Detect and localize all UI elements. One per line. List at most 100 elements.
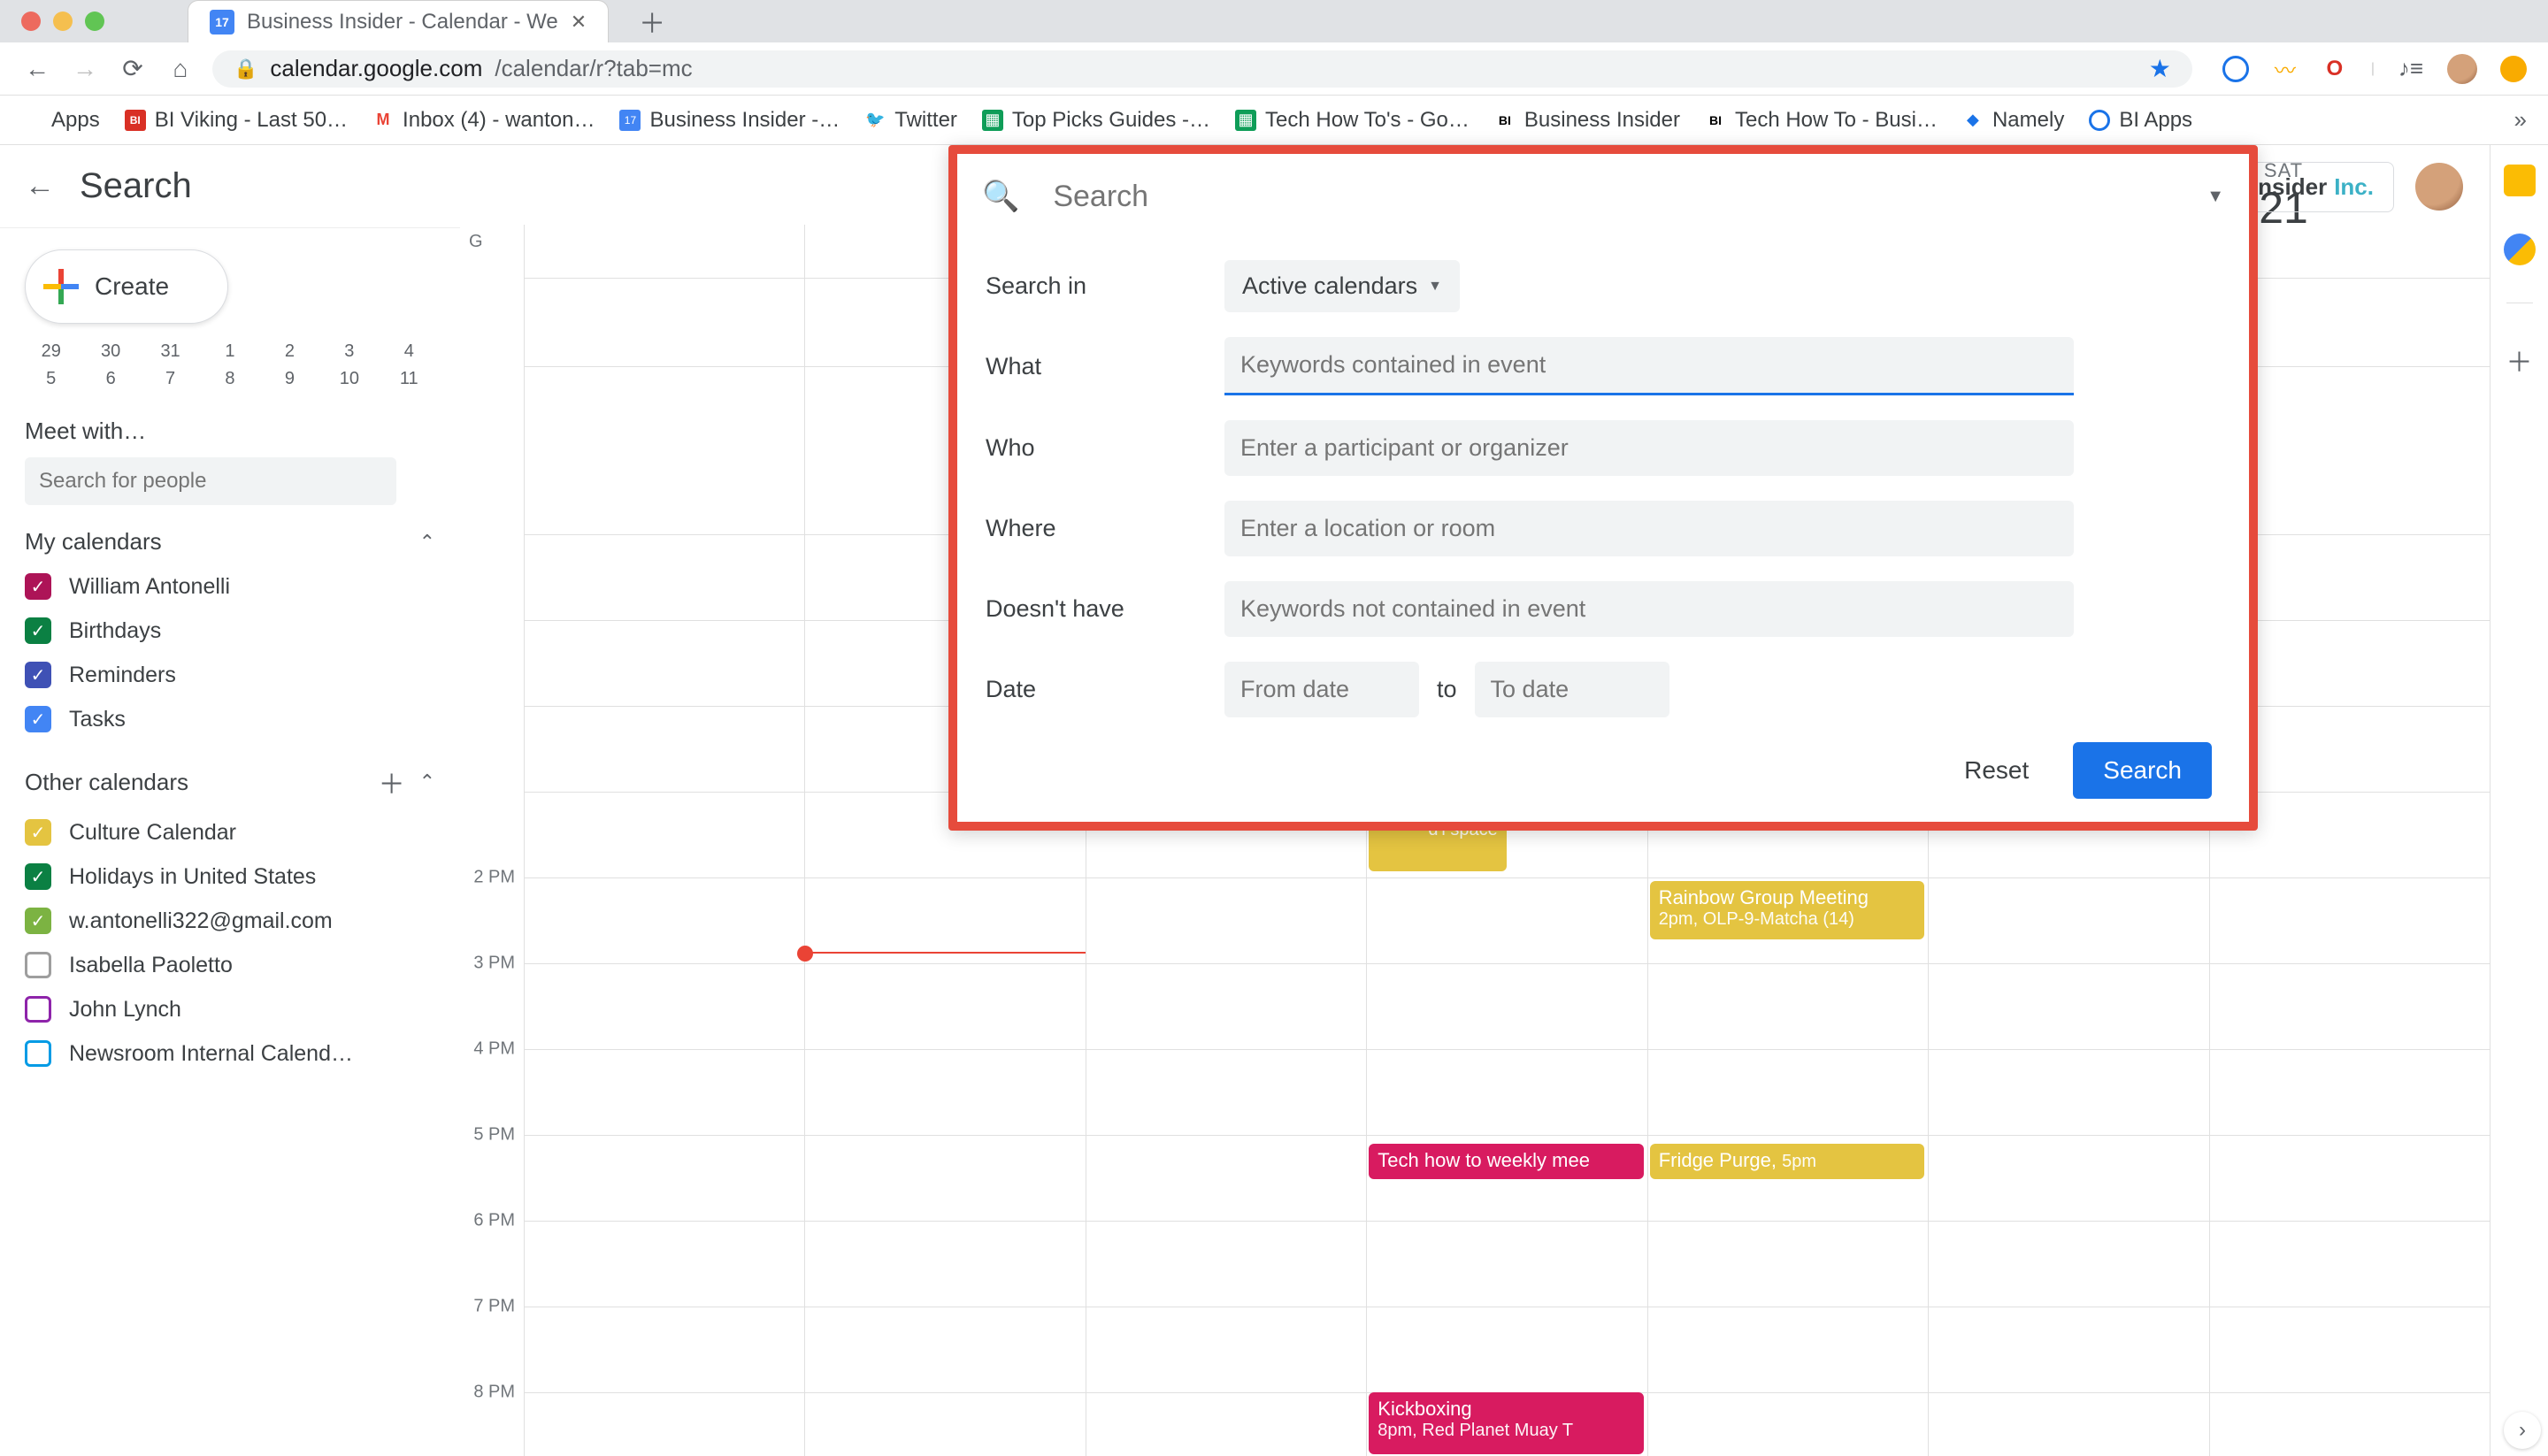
mini-cal-day[interactable]: 8 [200,367,259,391]
window-minimize-button[interactable] [53,11,73,31]
mini-cal-day[interactable]: 11 [380,367,439,391]
expand-panel-button[interactable]: › [2504,1412,2541,1449]
calendar-item[interactable]: ✓John Lynch [25,987,435,1031]
page-title: Search [80,166,192,206]
other-calendars-header[interactable]: Other calendars ＋ ⌃ [0,747,460,805]
bookmark-item[interactable]: Apps [21,108,100,133]
doesnt-have-input[interactable] [1224,581,2074,637]
where-input[interactable] [1224,501,2074,556]
from-date-input[interactable] [1224,662,1419,717]
url-input[interactable]: 🔒 calendar.google.com/calendar/r?tab=mc … [212,50,2192,88]
mini-cal-day[interactable]: 2 [260,340,319,364]
calendar-checkbox[interactable]: ✓ [25,706,51,732]
who-input[interactable] [1224,420,2074,476]
media-icon[interactable]: ♪≡ [2398,56,2424,82]
mini-cal-day[interactable]: 9 [260,367,319,391]
bookmark-item[interactable]: BIBusiness Insider [1494,108,1680,133]
nav-forward-icon[interactable]: → [69,55,101,83]
day-column[interactable] [524,225,804,1456]
calendar-checkbox[interactable]: ✓ [25,908,51,934]
bookmark-item[interactable]: ▦Top Picks Guides -… [982,108,1210,133]
bookmark-item[interactable]: 🐦Twitter [864,108,957,133]
section-label: My calendars [25,528,162,556]
mini-cal-day[interactable]: 4 [380,340,439,364]
search-in-select[interactable]: Active calendars▼ [1224,260,1460,312]
new-tab-button[interactable]: ＋ [639,2,665,41]
tasks-icon[interactable] [2504,234,2536,265]
profile-avatar[interactable] [2447,54,2477,84]
calendar-checkbox[interactable]: ✓ [25,617,51,644]
mini-cal-day[interactable]: 3 [319,340,379,364]
keep-icon[interactable] [2504,165,2536,196]
event[interactable]: Tech how to weekly mee [1369,1144,1643,1179]
bookmark-overflow-button[interactable]: » [2514,106,2527,134]
bookmark-item[interactable]: MInbox (4) - wanton… [372,108,595,133]
mini-cal-day[interactable]: 10 [319,367,379,391]
calendar-item[interactable]: ✓Isabella Paoletto [25,943,435,987]
calendar-checkbox[interactable]: ✓ [25,819,51,846]
calendar-item[interactable]: ✓Holidays in United States [25,854,435,899]
field-label: What [986,353,1224,380]
search-icon[interactable]: 🔍 [982,179,1019,214]
calendar-item[interactable]: ✓Tasks [25,697,435,741]
mini-cal-day[interactable]: 7 [141,367,200,391]
calendar-main: FRI 20 SAT 21 InsiderInc. G 2 PM 3 PM [460,145,2490,1456]
calendar-checkbox[interactable]: ✓ [25,1040,51,1067]
add-panel-icon[interactable]: ＋ [2506,341,2533,379]
reset-button[interactable]: Reset [1945,742,2048,799]
bookmark-item[interactable]: ◆Namely [1962,108,2064,133]
calendar-checkbox[interactable]: ✓ [25,573,51,600]
time-gutter: 2 PM 3 PM 4 PM 5 PM 6 PM 7 PM 8 PM [460,225,524,1456]
browser-tab[interactable]: 17 Business Insider - Calendar - We ✕ [188,0,609,42]
calendar-checkbox[interactable]: ✓ [25,863,51,890]
extension-icon[interactable]: O [2322,56,2348,82]
meet-with-input[interactable] [25,457,396,505]
mini-cal-day[interactable]: 5 [21,367,81,391]
calendar-checkbox[interactable]: ✓ [25,996,51,1023]
search-button[interactable]: Search [2073,742,2212,799]
update-icon[interactable] [2500,56,2527,82]
side-panel: ＋ [2490,145,2548,1456]
bookmark-item[interactable]: ▦Tech How To's - Go… [1235,108,1470,133]
event[interactable]: Fridge Purge, 5pm [1650,1144,1924,1179]
mini-cal-day[interactable]: 6 [81,367,140,391]
add-calendar-icon[interactable]: ＋ [379,762,405,801]
window-close-button[interactable] [21,11,41,31]
mini-cal-day[interactable]: 30 [81,340,140,364]
nav-back-icon[interactable]: ← [21,55,53,83]
calendar-item[interactable]: ✓w.antonelli322@gmail.com [25,899,435,943]
calendar-item[interactable]: ✓Newsroom Internal Calend… [25,1031,435,1076]
mini-cal-day[interactable]: 1 [200,340,259,364]
bookmark-item[interactable]: BITech How To - Busi… [1705,108,1938,133]
search-input[interactable] [1053,180,2173,214]
bookmark-item[interactable]: BI Apps [2089,108,2192,133]
event[interactable]: Kickboxing 8pm, Red Planet Muay T [1369,1392,1643,1454]
create-button[interactable]: Create [25,249,228,324]
mini-calendar[interactable]: 2930311234 567891011 [21,340,439,391]
mini-cal-day[interactable]: 29 [21,340,81,364]
bookmark-item[interactable]: BIBI Viking - Last 50… [125,108,348,133]
my-calendars-header[interactable]: My calendars ⌃ [0,512,460,559]
extension-icon[interactable] [2222,56,2249,82]
calendar-item[interactable]: ✓Culture Calendar [25,810,435,854]
calendar-checkbox[interactable]: ✓ [25,952,51,978]
dropdown-toggle-icon[interactable]: ▼ [2206,187,2224,207]
to-date-input[interactable] [1475,662,1669,717]
back-button[interactable]: ← [25,169,55,203]
window-zoom-button[interactable] [85,11,104,31]
nav-reload-icon[interactable]: ⟳ [117,54,149,83]
close-icon[interactable]: ✕ [571,11,587,34]
calendar-checkbox[interactable]: ✓ [25,662,51,688]
account-avatar[interactable] [2415,163,2463,211]
mini-cal-day[interactable]: 31 [141,340,200,364]
star-icon[interactable]: ★ [2149,54,2171,83]
extension-icon[interactable]: 〰 [2272,56,2299,82]
bookmark-label: Business Insider -… [649,108,840,133]
calendar-item[interactable]: ✓Reminders [25,653,435,697]
bookmark-item[interactable]: 17Business Insider -… [619,108,840,133]
event[interactable]: Rainbow Group Meeting 2pm, OLP-9-Matcha … [1650,881,1924,939]
nav-home-icon[interactable]: ⌂ [165,55,196,83]
what-input[interactable] [1224,337,2074,395]
calendar-item[interactable]: ✓Birthdays [25,609,435,653]
calendar-item[interactable]: ✓William Antonelli [25,564,435,609]
